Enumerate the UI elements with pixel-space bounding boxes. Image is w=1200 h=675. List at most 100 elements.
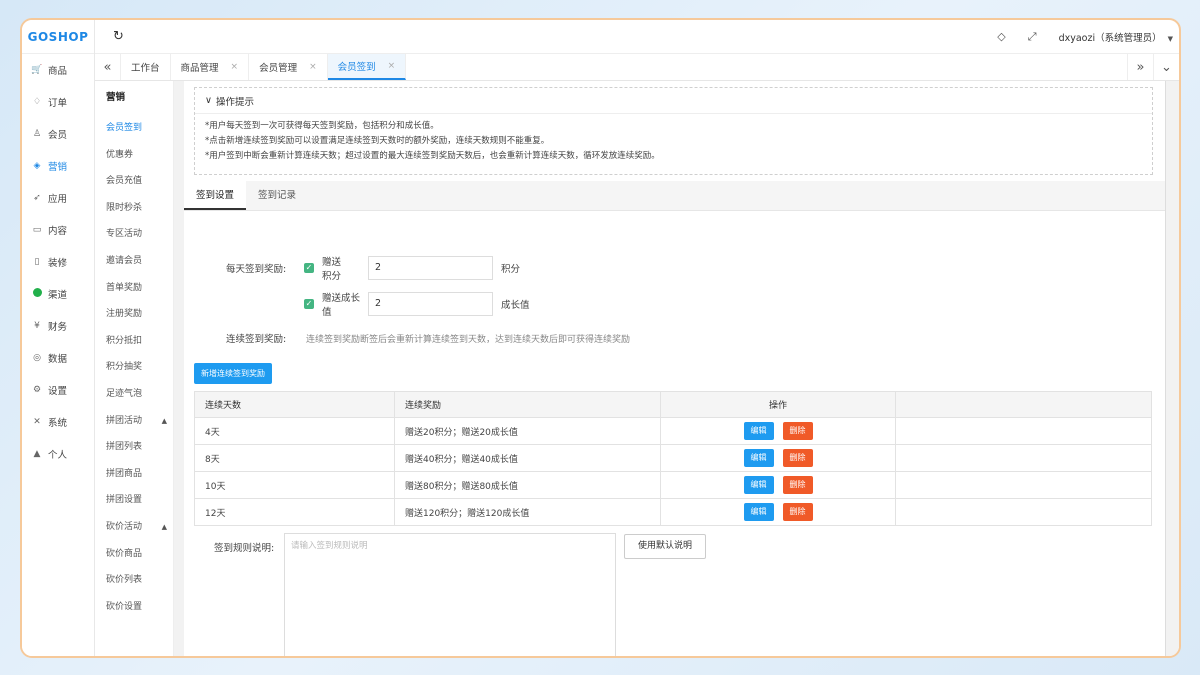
sub-nav-item-label: 砍价活动 <box>106 521 143 532</box>
cell-days: 4天 <box>194 417 395 445</box>
sub-nav-item-label: 拼团商品 <box>106 468 143 479</box>
tabs-scroll-right-icon[interactable]: » <box>1127 54 1153 80</box>
sub-nav-item-label: 砍价商品 <box>106 548 143 559</box>
content-gutter <box>174 81 184 656</box>
sub-nav-item[interactable]: 会员签到 <box>95 115 173 142</box>
edit-button[interactable]: 编辑 <box>743 503 774 521</box>
close-icon[interactable]: × <box>231 62 239 72</box>
globe-icon: ◎ <box>33 353 41 363</box>
send-icon: ➶ <box>33 193 41 203</box>
row-actions: 编辑 删除 <box>661 503 895 521</box>
nav-item-0[interactable]: 🛒 商品 <box>22 54 94 86</box>
nav-item-5[interactable]: ▭ 内容 <box>22 214 94 246</box>
sub-nav-item[interactable]: 积分抵扣 <box>95 328 173 355</box>
sub-nav-item[interactable]: 优惠券 <box>95 142 173 169</box>
main-content: ∨ 操作提示 *用户每天签到一次可获得每天签到奖励，包括积分和成长值。 *点击新… <box>184 81 1165 656</box>
growth-input[interactable]: 2 <box>368 292 493 316</box>
cart-icon: 🛒 <box>31 65 43 75</box>
tab-2[interactable]: 会员管理 × <box>249 54 328 80</box>
growth-checkbox[interactable]: ✓ <box>304 299 314 309</box>
nav-item-2[interactable]: ♙ 会员 <box>22 118 94 150</box>
tab-3[interactable]: 会员签到 × <box>327 54 407 80</box>
nav-item-11[interactable]: ✕ 系统 <box>22 406 94 438</box>
points-input[interactable]: 2 <box>368 256 493 280</box>
chevron-down-icon: ▼ <box>1167 34 1173 43</box>
fullscreen-icon[interactable]: ⤢ <box>1028 30 1037 44</box>
sub-nav-item[interactable]: 限时秒杀 <box>95 195 173 222</box>
tab-0[interactable]: 工作台 <box>121 54 171 80</box>
tab-label: 会员签到 <box>337 62 376 73</box>
cell-reward: 赠送80积分；赠送80成长值 <box>394 471 661 499</box>
nav-item-4[interactable]: ➶ 应用 <box>22 182 94 214</box>
sub-nav-item[interactable]: 砍价设置 <box>95 594 173 621</box>
tips-body: *用户每天签到一次可获得每天签到奖励，包括积分和成长值。 *点击新增连续签到奖励… <box>195 114 1152 164</box>
cell-actions: 编辑 删除 <box>660 498 896 526</box>
tab-label: 会员管理 <box>259 63 298 74</box>
delete-button[interactable]: 删除 <box>782 476 813 494</box>
tab-1[interactable]: 商品管理 × <box>171 54 250 80</box>
sub-nav-item[interactable]: 注册奖励 <box>95 301 173 328</box>
tab-checkin-records[interactable]: 签到记录 <box>246 181 308 210</box>
rules-textarea[interactable]: 请输入签到规则说明 <box>284 533 616 656</box>
tip-line: *点击新增连续签到奖励可以设置满足连续签到天数时的额外奖励，连续天数规则不能重复… <box>205 136 550 146</box>
tabs-scroll-left-icon[interactable]: « <box>95 54 121 80</box>
close-icon[interactable]: × <box>388 61 396 71</box>
tag-icon[interactable]: ◇ <box>997 30 1005 43</box>
nav-item-12[interactable]: ▲ 个人 <box>22 438 94 470</box>
nav-item-10[interactable]: ⚙ 设置 <box>22 374 94 406</box>
nav-item-1[interactable]: ♢ 订单 <box>22 86 94 118</box>
nav-item-label: 营销 <box>48 162 68 173</box>
tools-icon: ✕ <box>33 417 41 427</box>
nav-item-7[interactable]: 渠道 <box>22 278 94 310</box>
tab-checkin-settings[interactable]: 签到设置 <box>184 181 247 210</box>
cell-spacer <box>895 498 1152 526</box>
scrollbar[interactable] <box>1165 81 1179 656</box>
sub-nav-item[interactable]: 拼团活动 ▲ <box>95 408 173 435</box>
nav-item-3[interactable]: ◈ 营销 <box>22 150 94 182</box>
edit-button[interactable]: 编辑 <box>743 422 774 440</box>
edit-button[interactable]: 编辑 <box>743 449 774 467</box>
delete-button[interactable]: 删除 <box>782 422 813 440</box>
refresh-icon[interactable]: ↻ <box>113 29 124 44</box>
tips-panel: ∨ 操作提示 *用户每天签到一次可获得每天签到奖励，包括积分和成长值。 *点击新… <box>194 87 1153 175</box>
sub-nav-item[interactable]: 砍价列表 <box>95 567 173 594</box>
sub-nav-item[interactable]: 砍价活动 ▲ <box>95 514 173 541</box>
delete-button[interactable]: 删除 <box>782 449 813 467</box>
growth-unit: 成长值 <box>501 300 530 311</box>
tip-line: *用户签到中断会重新计算连续天数；超过设置的最大连续签到奖励天数后，也会重新计算… <box>205 151 660 161</box>
tips-header[interactable]: ∨ 操作提示 <box>195 88 1152 114</box>
sub-nav-item-label: 足迹气泡 <box>106 388 143 399</box>
close-icon[interactable]: × <box>309 62 317 72</box>
use-default-rules-button[interactable]: 使用默认说明 <box>624 534 706 559</box>
sub-nav-item[interactable]: 拼团列表 <box>95 434 173 461</box>
sub-nav-item[interactable]: 会员充值 <box>95 168 173 195</box>
nav-item-6[interactable]: ▯ 装修 <box>22 246 94 278</box>
cell-spacer <box>895 471 1152 499</box>
tips-title: 操作提示 <box>215 96 254 108</box>
add-streak-reward-button[interactable]: 新增连续签到奖励 <box>194 363 272 384</box>
sub-nav-item[interactable]: 邀请会员 <box>95 248 173 275</box>
nav-item-label: 会员 <box>48 130 68 141</box>
sub-nav-item[interactable]: 专区活动 <box>95 221 173 248</box>
nav-item-9[interactable]: ◎ 数据 <box>22 342 94 374</box>
tabs-menu-icon[interactable]: ⌄ <box>1153 54 1179 80</box>
nav-item-label: 个人 <box>48 450 68 461</box>
row-actions: 编辑 删除 <box>661 449 895 467</box>
user-menu[interactable]: dxyaozi（系统管理员） ▼ <box>1059 30 1173 44</box>
sub-nav-item[interactable]: 拼团商品 <box>95 461 173 488</box>
sub-nav-item-label: 专区活动 <box>106 229 143 240</box>
user-icon: ♙ <box>32 129 42 139</box>
edit-button[interactable]: 编辑 <box>743 476 774 494</box>
sub-nav-item-label: 优惠券 <box>106 149 134 160</box>
sub-nav-item-label: 拼团列表 <box>106 442 143 453</box>
cell-reward: 赠送20积分；赠送20成长值 <box>394 417 661 445</box>
sub-nav-item[interactable]: 足迹气泡 <box>95 381 173 408</box>
points-checkbox[interactable]: ✓ <box>304 263 314 273</box>
sub-nav-item[interactable]: 首单奖励 <box>95 275 173 302</box>
sub-nav-item[interactable]: 拼团设置 <box>95 487 173 514</box>
sub-nav-item[interactable]: 砍价商品 <box>95 541 173 568</box>
nav-item-8[interactable]: ¥ 财务 <box>22 310 94 342</box>
delete-button[interactable]: 删除 <box>782 503 813 521</box>
sub-nav-item[interactable]: 积分抽奖 <box>95 354 173 381</box>
table-row: 12天 赠送120积分；赠送120成长值 编辑 删除 <box>194 498 1152 526</box>
